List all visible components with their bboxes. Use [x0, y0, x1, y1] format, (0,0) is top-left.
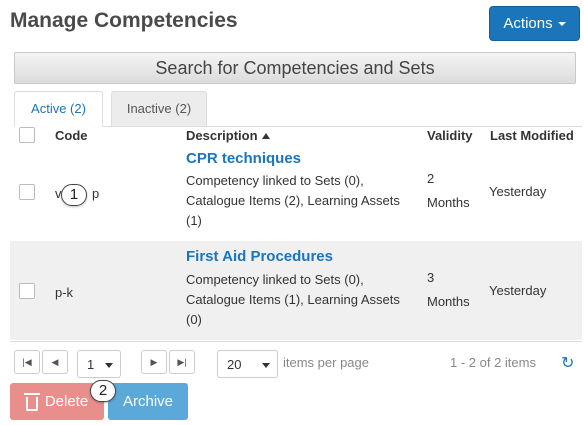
row-checkbox[interactable] — [19, 184, 35, 200]
pager-summary: 1 - 2 of 2 items — [450, 355, 536, 370]
items-per-page-label: items per page — [283, 355, 369, 370]
description-line: (1) — [186, 213, 202, 228]
delete-button-label: Delete — [44, 393, 89, 410]
next-page-icon: ▶ — [150, 356, 158, 367]
refresh-icon[interactable]: ↻ — [561, 353, 574, 373]
row-validity: 3 Months — [427, 266, 470, 314]
first-page-button[interactable]: |◀ — [14, 350, 40, 374]
caret-down-icon — [557, 21, 566, 26]
validity-value: 2 — [427, 171, 435, 186]
archive-button[interactable]: Archive — [108, 383, 188, 420]
column-header-description-label: Description — [186, 128, 258, 143]
chevron-down-icon — [262, 363, 270, 368]
page-select[interactable]: 1 — [77, 350, 121, 378]
actions-button[interactable]: Actions — [489, 6, 580, 41]
pagination-bar: |◀ ◀ 1 ▶ ▶| 20 items per page 1 - 2 of 2… — [10, 341, 582, 378]
description-line: Competency linked to Sets (0), — [186, 173, 364, 188]
sort-ascending-icon — [261, 133, 270, 139]
column-header-code[interactable]: Code — [55, 128, 88, 143]
next-page-button[interactable]: ▶ — [141, 350, 167, 374]
actions-button-label: Actions — [503, 15, 553, 32]
row-validity: 2 Months — [427, 167, 470, 215]
row-description: Competency linked to Sets (0), Catalogue… — [186, 270, 426, 330]
annotation-marker: 2 — [90, 380, 116, 402]
page-select-value: 1 — [87, 356, 95, 372]
previous-page-button[interactable]: ◀ — [42, 350, 68, 374]
last-page-icon: ▶| — [177, 356, 187, 367]
row-code-tail: p — [92, 186, 100, 201]
description-line: (0) — [186, 312, 202, 327]
table-row: p-k First Aid Procedures Competency link… — [10, 241, 582, 340]
row-checkbox[interactable] — [19, 283, 35, 299]
annotation-marker: 1 — [61, 184, 87, 206]
row-last-modified: Yesterday — [489, 184, 547, 199]
tab-inactive[interactable]: Inactive (2) — [111, 91, 207, 127]
select-all-checkbox[interactable] — [19, 127, 35, 143]
page-size-value: 20 — [227, 356, 242, 372]
column-header-description[interactable]: Description — [186, 128, 270, 143]
competency-title-link[interactable]: First Aid Procedures — [186, 248, 333, 265]
description-line: Competency linked to Sets (0), — [186, 272, 364, 287]
competency-title-link[interactable]: CPR techniques — [186, 150, 301, 167]
validity-unit: Months — [427, 294, 470, 309]
page-size-select[interactable]: 20 — [217, 350, 278, 378]
validity-unit: Months — [427, 195, 470, 210]
tab-active[interactable]: Active (2) — [14, 91, 103, 127]
row-code: p-k — [55, 285, 74, 300]
chevron-down-icon — [105, 363, 113, 368]
row-last-modified: Yesterday — [489, 283, 547, 298]
trash-icon — [23, 392, 40, 411]
last-page-button[interactable]: ▶| — [169, 350, 195, 374]
search-toggle-button[interactable]: Search for Competencies and Sets — [14, 52, 576, 84]
table-row: v p CPR techniques Competency linked to … — [10, 144, 582, 243]
page-title: Manage Competencies — [10, 9, 238, 32]
description-line: Catalogue Items (2), Learning Assets — [186, 193, 400, 208]
validity-value: 3 — [427, 270, 435, 285]
row-description: Competency linked to Sets (0), Catalogue… — [186, 171, 426, 231]
first-page-icon: |◀ — [22, 356, 32, 367]
previous-page-icon: ◀ — [51, 356, 59, 367]
column-header-validity[interactable]: Validity — [427, 128, 473, 143]
column-header-last-modified[interactable]: Last Modified — [490, 128, 574, 143]
archive-button-label: Archive — [122, 393, 174, 410]
description-line: Catalogue Items (1), Learning Assets — [186, 292, 400, 307]
